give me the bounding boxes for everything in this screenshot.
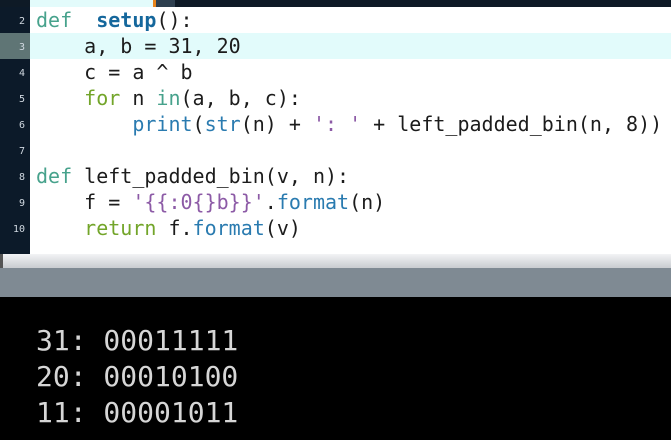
code-token: def <box>36 8 73 32</box>
code-token: + left_padded_bin(n, 8)) <box>361 112 663 136</box>
code-editor[interactable]: 2 def setup(): 3 a, b = 31, 20 4 c = a ^ b5… <box>0 7 671 254</box>
code-token: (v) <box>264 216 301 240</box>
console-line: 11: 00001011 <box>36 396 239 429</box>
code-line[interactable]: 10 return f.format(v) <box>0 215 671 241</box>
code-token: f. <box>156 216 193 240</box>
code-token: def <box>36 164 73 188</box>
code-line[interactable]: 9 f = '{{:0{}b}}'.format(n) <box>0 189 671 215</box>
code-token: in <box>156 86 181 110</box>
code-token: return <box>84 216 157 240</box>
line-number: 2 <box>18 16 25 27</box>
code-text: def left_padded_bin(v, n): <box>36 163 349 189</box>
console-line: 20: 00010100 <box>36 360 239 393</box>
inactive-tab[interactable] <box>156 0 175 7</box>
code-token: ': ' <box>312 112 362 136</box>
code-line[interactable]: 7 <box>0 137 671 163</box>
line-number: 5 <box>18 94 25 105</box>
code-token: for <box>84 86 121 110</box>
line-number: 9 <box>18 198 25 209</box>
code-line[interactable]: 3 a, b = 31, 20 <box>0 33 671 59</box>
code-line[interactable]: 2 def setup(): <box>0 7 671 33</box>
line-number: 3 <box>0 33 30 59</box>
console-output: 31: 00011111 20: 00010100 11: 00001011 <box>0 297 671 440</box>
active-tab[interactable] <box>30 0 153 7</box>
code-token: . <box>264 190 277 214</box>
code-token: setup <box>96 8 157 32</box>
code-token: f = <box>36 190 133 214</box>
console-line: 31: 00011111 <box>36 324 239 357</box>
code-text: print(str(n) + ': ' + left_padded_bin(n,… <box>36 111 662 137</box>
line-number: 10 <box>12 224 25 235</box>
code-token: (): <box>156 8 193 32</box>
panel-divider[interactable] <box>0 268 671 297</box>
code-token: (n) <box>349 190 386 214</box>
code-text: f = '{{:0{}b}}'.format(n) <box>36 189 385 215</box>
code-text: c = a ^ b <box>36 59 193 85</box>
code-text: a, b = 31, 20 <box>36 33 241 59</box>
code-token: format <box>276 190 350 214</box>
line-number: 4 <box>18 68 25 79</box>
code-token: (a, b, c): <box>180 86 301 110</box>
line-number: 8 <box>18 172 25 183</box>
code-token: ( <box>192 112 205 136</box>
code-token: a, b = 31, 20 <box>36 34 241 58</box>
code-token: (n) + <box>240 112 313 136</box>
line-number: 6 <box>18 120 25 131</box>
code-text: def setup(): <box>36 7 193 33</box>
code-text: for n in(a, b, c): <box>36 85 301 111</box>
code-token: str <box>204 112 241 136</box>
code-line[interactable]: 5 for n in(a, b, c): <box>0 85 671 111</box>
code-token: print <box>132 112 193 136</box>
code-line[interactable]: 4 c = a ^ b <box>0 59 671 85</box>
code-token: left_padded_bin(v, n): <box>72 164 350 188</box>
code-line[interactable]: 8 def left_padded_bin(v, n): <box>0 163 671 189</box>
code-token: format <box>192 216 265 240</box>
code-token: c = a ^ b <box>36 60 193 84</box>
editor-tab-strip <box>0 0 671 7</box>
line-number: 7 <box>18 146 25 157</box>
horizontal-scrollbar[interactable] <box>0 254 671 268</box>
code-text: return f.format(v) <box>36 215 301 241</box>
code-token: '{{:0{}b}}' <box>132 190 265 214</box>
code-token: n <box>120 86 157 110</box>
code-line[interactable]: 6 print(str(n) + ': ' + left_padded_bin(… <box>0 111 671 137</box>
